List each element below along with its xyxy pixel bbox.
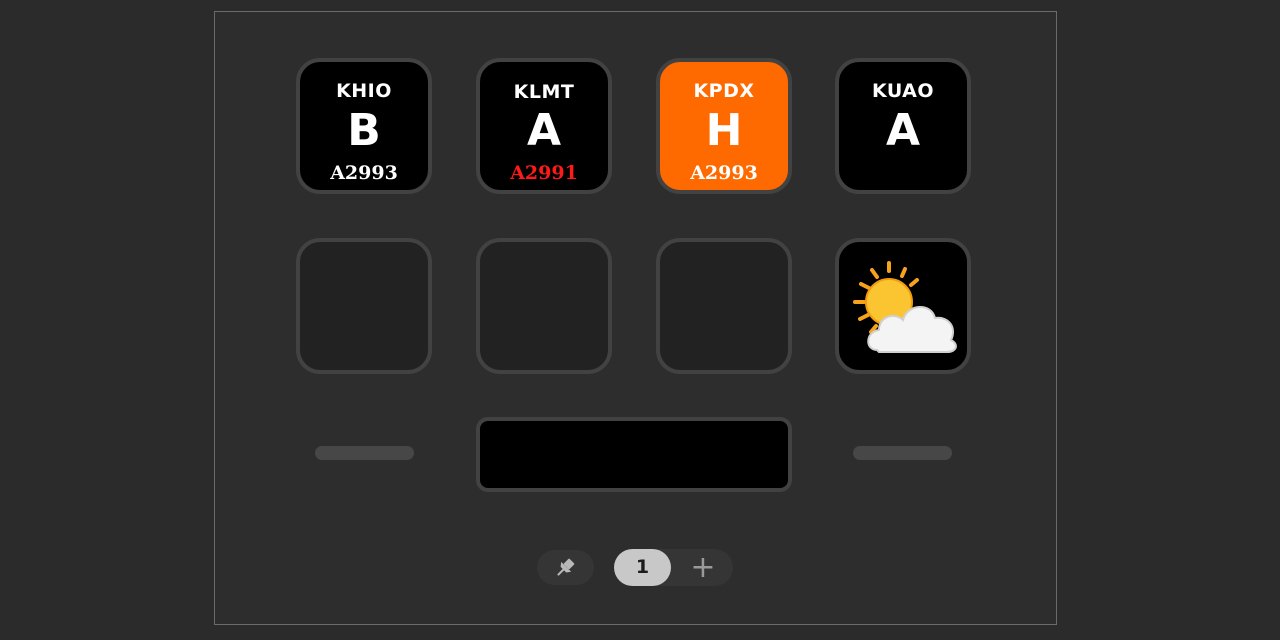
page-1-button[interactable]: 1 [614,549,671,586]
sun-behind-cloud-icon [853,261,957,353]
station-key-kuao[interactable]: KUAO A [835,58,971,194]
altimeter-value: A2991 [510,162,578,184]
altimeter-value: A2993 [690,162,758,184]
flight-category: A [885,105,921,156]
right-slider[interactable] [853,446,952,460]
pin-button[interactable] [537,550,594,585]
weather-key[interactable] [835,238,971,374]
empty-key-2[interactable] [476,238,612,374]
flight-category: B [347,105,381,156]
flight-category: A [526,105,562,156]
altimeter-value: A2993 [330,162,398,184]
pin-icon [557,558,575,576]
station-code: KUAO [871,80,935,102]
station-code: KHIO [336,80,392,102]
station-key-khio[interactable]: KHIO B A2993 [296,58,432,194]
station-key-klmt[interactable]: KLMT A A2991 [476,58,612,194]
add-page-button[interactable]: + [683,549,723,586]
empty-key-3[interactable] [656,238,792,374]
station-code: KLMT [513,81,575,103]
station-key-kpdx[interactable]: KPDX H A2993 [656,58,792,194]
flight-category: H [705,105,743,156]
station-code: KPDX [693,80,755,102]
page-switcher: 1 + [614,549,733,586]
empty-key-1[interactable] [296,238,432,374]
lcd-display [476,417,792,492]
left-slider[interactable] [315,446,414,460]
